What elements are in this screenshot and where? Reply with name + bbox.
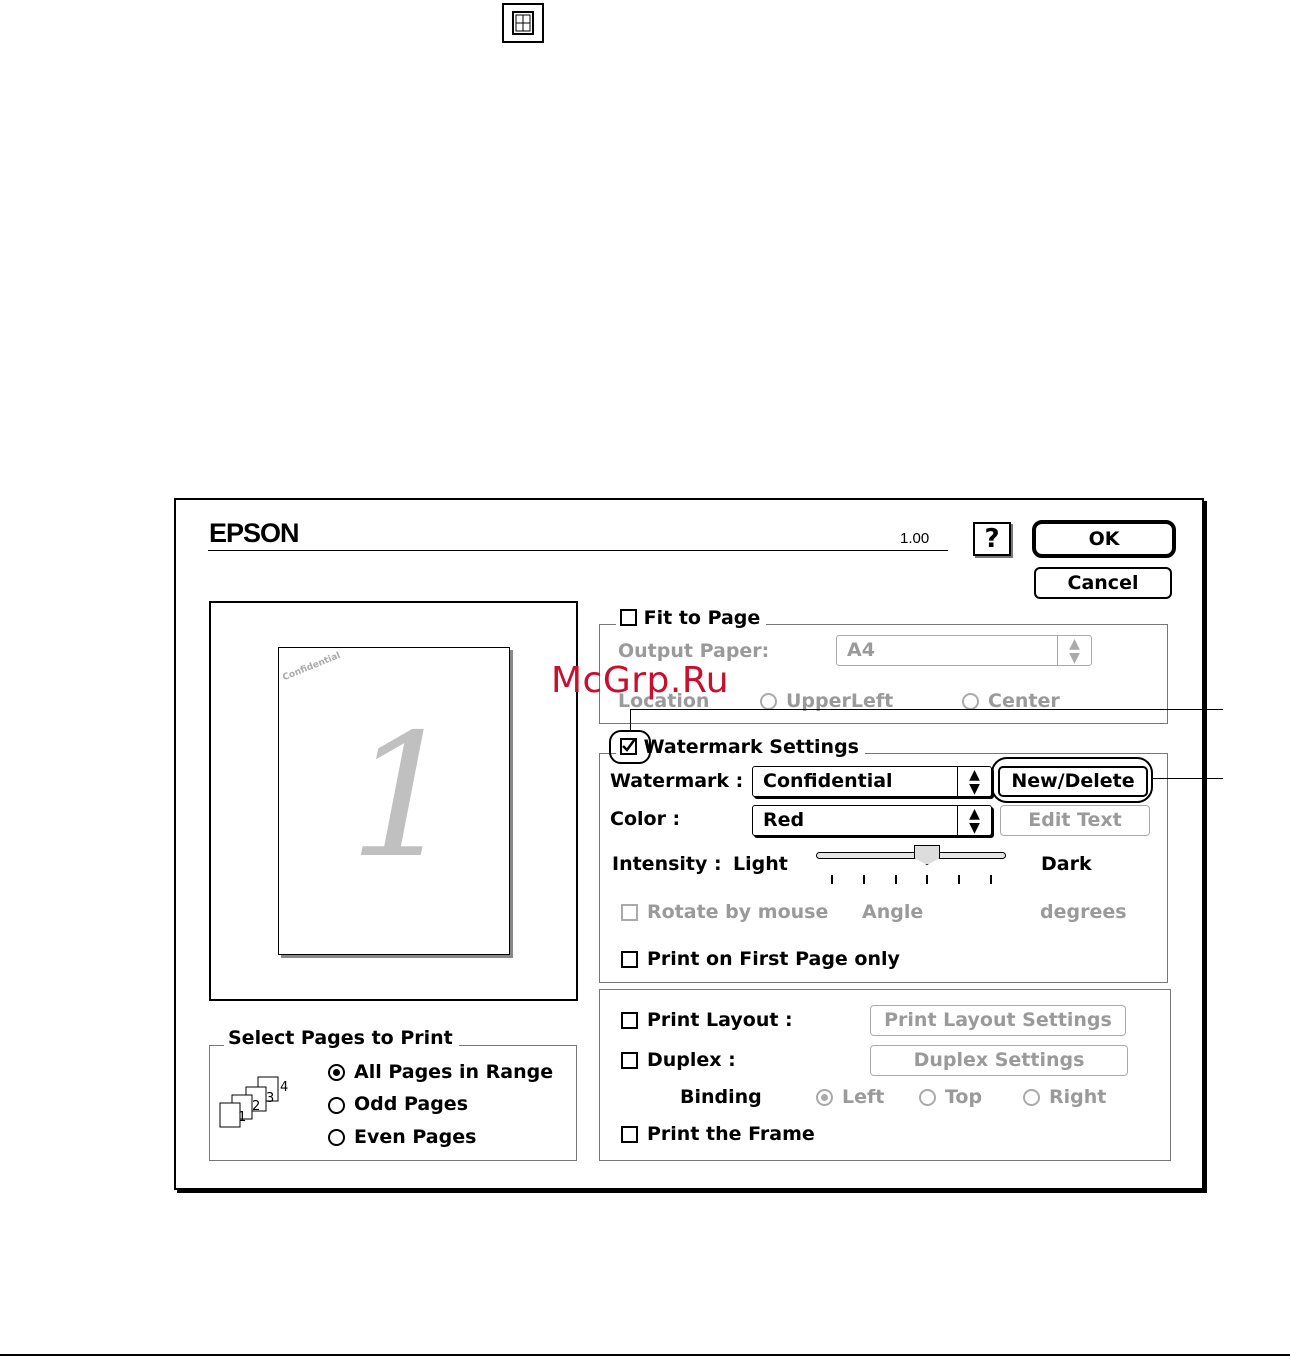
epson-dialog: EPSON 1.00 ? OK Cancel Confidential 1 Fi… [174, 498, 1204, 1190]
slider-tick [831, 875, 833, 884]
odd-pages-label: Odd Pages [354, 1093, 468, 1115]
print-layout-label: Print Layout : [647, 1009, 793, 1031]
angle-label: Angle [862, 901, 924, 923]
page-preview: Confidential 1 [209, 601, 578, 1001]
rotate-by-mouse-checkbox[interactable] [621, 904, 638, 921]
print-frame-checkbox[interactable] [621, 1126, 638, 1143]
ok-button[interactable]: OK [1032, 520, 1176, 558]
preview-page-number: 1 [349, 698, 458, 896]
binding-right-label: Right [1049, 1086, 1107, 1108]
callout-line-new-delete [1153, 778, 1223, 779]
location-upperleft-radio[interactable] [760, 693, 777, 710]
watermark-select[interactable]: Confidential ▲ ▼ [752, 766, 992, 797]
print-layout-checkbox[interactable] [621, 1012, 638, 1029]
binding-label: Binding [680, 1086, 762, 1108]
fit-to-page-label: Fit to Page [643, 607, 761, 629]
location-center-radio[interactable] [962, 693, 979, 710]
duplex-checkbox[interactable] [621, 1052, 638, 1069]
binding-left-label: Left [842, 1086, 885, 1108]
color-select[interactable]: Red ▲ ▼ [752, 805, 992, 836]
watermark-settings-legend: Watermark Settings [616, 736, 865, 758]
output-paper-select[interactable]: A4 ▲ ▼ [836, 635, 1092, 666]
cancel-button[interactable]: Cancel [1034, 567, 1172, 599]
slider-tick [863, 875, 865, 884]
output-paper-label: Output Paper: [618, 640, 770, 662]
preview-watermark-text: Confidential [281, 650, 343, 684]
preview-page: Confidential 1 [278, 647, 510, 955]
callout-connector [630, 710, 631, 730]
intensity-slider-track[interactable] [816, 852, 1006, 859]
watermark-settings-label: Watermark Settings [643, 736, 859, 758]
layout-icon-button[interactable] [502, 3, 544, 43]
pages-icon-2: 2 [252, 1099, 260, 1114]
all-pages-label: All Pages in Range [354, 1061, 554, 1083]
intensity-label: Intensity : [612, 853, 722, 875]
first-page-only-checkbox[interactable] [621, 951, 638, 968]
fit-to-page-checkbox[interactable] [620, 609, 637, 626]
even-pages-radio[interactable] [328, 1129, 345, 1146]
print-frame-label: Print the Frame [647, 1123, 815, 1145]
pages-icon-3: 3 [266, 1091, 274, 1106]
pages-icon-1: 1 [238, 1110, 246, 1125]
watermark-label: Watermark : [610, 770, 744, 792]
slider-tick [958, 875, 960, 884]
callout-line-checkbox [630, 709, 1223, 710]
even-pages-label: Even Pages [354, 1126, 477, 1148]
callout-ring-checkbox [609, 730, 651, 764]
duplex-label: Duplex : [647, 1049, 736, 1071]
watermark-value: Confidential [763, 770, 893, 792]
all-pages-radio[interactable] [328, 1064, 345, 1081]
odd-pages-radio[interactable] [328, 1097, 345, 1114]
slider-tick [990, 875, 992, 884]
intensity-light-label: Light [733, 853, 788, 875]
fit-to-page-legend: Fit to Page [616, 607, 767, 629]
intensity-dark-label: Dark [1041, 853, 1092, 875]
slider-tick [926, 875, 928, 884]
edit-text-button[interactable]: Edit Text [1000, 805, 1150, 836]
help-button[interactable]: ? [973, 522, 1011, 556]
page-layout-icon [512, 11, 534, 35]
color-label: Color : [610, 808, 681, 830]
rotate-by-mouse-label: Rotate by mouse [647, 901, 829, 923]
slider-tick [895, 875, 897, 884]
duplex-settings-button[interactable]: Duplex Settings [870, 1045, 1128, 1076]
select-pages-legend: Select Pages to Print [224, 1027, 459, 1049]
select-arrows-icon: ▲ ▼ [957, 767, 991, 796]
output-paper-value: A4 [847, 639, 875, 661]
first-page-only-label: Print on First Page only [647, 948, 900, 970]
callout-ring-new-delete [991, 757, 1153, 803]
site-watermark: McGrp.Ru [551, 660, 730, 701]
brand-logo: EPSON [209, 518, 300, 548]
color-value: Red [763, 809, 805, 831]
pages-icon-4: 4 [280, 1080, 288, 1095]
header-divider [208, 550, 948, 551]
select-arrows-icon: ▲ ▼ [1057, 636, 1091, 665]
select-arrows-icon: ▲ ▼ [957, 806, 991, 835]
binding-top-label: Top [945, 1086, 983, 1108]
binding-top-radio[interactable] [919, 1089, 936, 1106]
binding-left-radio[interactable] [816, 1089, 833, 1106]
version-label: 1.00 [900, 530, 930, 547]
degrees-label: degrees [1040, 901, 1127, 923]
print-layout-settings-button[interactable]: Print Layout Settings [870, 1005, 1126, 1036]
binding-right-radio[interactable] [1023, 1089, 1040, 1106]
pages-stack-icon: 4 3 2 1 [219, 1076, 288, 1128]
